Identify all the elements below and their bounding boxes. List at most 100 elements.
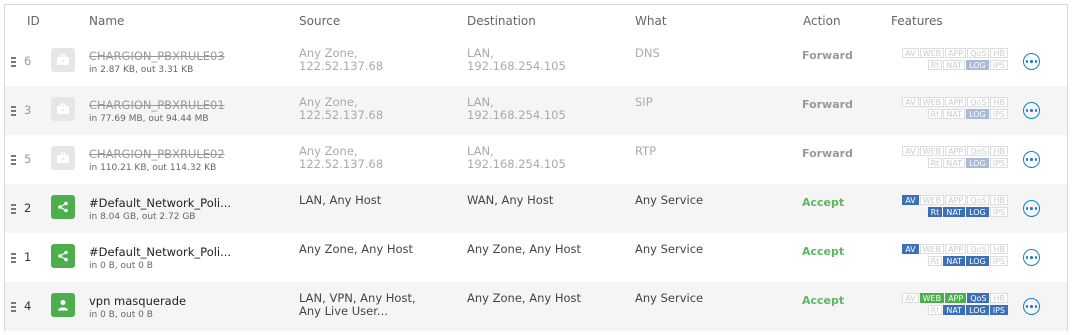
rule-traffic-stats: in 0 B, out 0 B xyxy=(89,261,153,271)
more-options-icon[interactable] xyxy=(1023,151,1040,168)
feature-badge: HB xyxy=(990,195,1008,205)
briefcase-icon xyxy=(51,146,75,170)
rule-destination: LAN, 192.168.254.105 xyxy=(467,145,566,171)
rule-service: Any Service xyxy=(635,242,704,256)
more-options-icon[interactable] xyxy=(1023,249,1040,266)
feature-badge: HB xyxy=(990,97,1008,107)
feature-badge: AV xyxy=(902,293,919,303)
rule-action: Forward xyxy=(802,49,853,62)
table-row[interactable]: 2 #Default_Network_Poli...in 8.04 GB, out… xyxy=(5,184,1067,233)
rule-source-line: Any Live User... xyxy=(299,304,388,318)
col-header-id[interactable]: ID xyxy=(27,14,40,28)
more-options-icon[interactable] xyxy=(1023,53,1040,70)
feature-badge: QoS xyxy=(967,195,990,205)
rule-source-line: Any Zone, Any Host xyxy=(299,242,414,256)
rule-id: 5 xyxy=(24,152,32,166)
share-icon xyxy=(51,244,75,268)
feature-badge: IPS xyxy=(989,158,1008,168)
user-icon xyxy=(51,293,75,317)
rule-destination-line: Any Zone, Any Host xyxy=(467,242,582,256)
rule-features: AV WEB APP QoS HB Rt NAT LOG IPS xyxy=(890,244,1008,268)
feature-badge: APP xyxy=(945,97,967,107)
rule-name[interactable]: #Default_Network_Poli... xyxy=(89,245,231,259)
table-row[interactable]: 3 CHARGION_PBXRULE01in 77.69 MB, out 94.4… xyxy=(5,86,1067,135)
feature-badge: AV xyxy=(902,195,919,205)
rule-source: Any Zone, 122.52.137.68 xyxy=(299,145,383,171)
rule-name[interactable]: CHARGION_PBXRULE01 xyxy=(89,98,225,112)
feature-badge: WEB xyxy=(919,244,945,254)
rule-name[interactable]: CHARGION_PBXRULE02 xyxy=(89,147,225,161)
rule-features: AV WEB APP QoS HB Rt NAT LOG IPS xyxy=(890,146,1008,170)
feature-badge: APP xyxy=(945,244,967,254)
feature-badge: NAT xyxy=(943,256,966,266)
rule-name[interactable]: vpn masquerade xyxy=(89,294,186,308)
feature-badge: LOG xyxy=(966,305,989,315)
rule-destination-line: 192.168.254.105 xyxy=(467,59,566,73)
feature-badge: AV xyxy=(902,146,919,156)
rule-source-line: 122.52.137.68 xyxy=(299,108,384,122)
feature-badge: APP xyxy=(945,293,967,303)
feature-badge: NAT xyxy=(943,158,966,168)
feature-badge: WEB xyxy=(919,195,945,205)
feature-badge: Rt xyxy=(927,109,943,119)
table-row[interactable]: 4 vpn masquerade in 0 B, out 0 B LAN, VPN, … xyxy=(5,282,1067,331)
table-row[interactable]: 6 CHARGION_PBXRULE03 in 2.87 KB, out 3.31 … xyxy=(5,37,1067,86)
rule-service: DNS xyxy=(635,46,660,60)
drag-handle-icon[interactable] xyxy=(11,301,16,312)
rule-id: 1 xyxy=(24,250,32,264)
rule-action: Accept xyxy=(802,245,845,258)
briefcase-icon xyxy=(51,48,75,72)
more-options-icon[interactable] xyxy=(1023,200,1040,217)
rule-id: 2 xyxy=(24,201,32,215)
col-header-destination[interactable]: Destination xyxy=(467,14,536,28)
rule-destination-line: WAN, Any Host xyxy=(467,193,554,207)
rule-traffic-stats: in 77.69 MB, out 94.44 MB xyxy=(89,114,209,124)
feature-badge: LOG xyxy=(966,256,989,266)
rule-destination: Any Zone, Any Host xyxy=(467,243,581,256)
feature-badge: AV xyxy=(902,48,919,58)
rule-id: 4 xyxy=(24,299,32,313)
rule-source: Any Zone, 122.52.137.68 xyxy=(299,47,383,73)
rule-destination-line: Any Zone, Any Host xyxy=(467,291,582,305)
rule-name[interactable]: CHARGION_PBXRULE03 xyxy=(89,49,225,63)
feature-badge: Rt xyxy=(927,207,943,217)
feature-badge: Rt xyxy=(927,60,943,70)
rule-source: Any Zone, 122.52.137.68 xyxy=(299,96,383,122)
feature-badge: APP xyxy=(945,146,967,156)
rule-traffic-stats: in 8.04 GB, out 2.72 GB xyxy=(89,212,196,222)
drag-handle-icon[interactable] xyxy=(11,203,16,214)
feature-badge: QoS xyxy=(967,48,990,58)
rule-id: 3 xyxy=(24,103,32,117)
rule-source-line: 122.52.137.68 xyxy=(299,59,384,73)
rule-action: Accept xyxy=(802,196,845,209)
table-row[interactable]: 1 #Default_Network_Poli...in 0 B, out 0 B… xyxy=(5,233,1067,282)
rule-source: LAN, VPN, Any Host, Any Live User... xyxy=(299,292,416,318)
rule-features: AV WEB APP QoS HB Rt NAT LOG IPS xyxy=(890,48,1008,72)
feature-badge: NAT xyxy=(943,207,966,217)
rule-destination-line: 192.168.254.105 xyxy=(467,157,566,171)
feature-badge: WEB xyxy=(919,48,945,58)
rule-destination: LAN, 192.168.254.105 xyxy=(467,96,566,122)
feature-badge: Rt xyxy=(927,305,943,315)
more-options-icon[interactable] xyxy=(1023,102,1040,119)
col-header-name[interactable]: Name xyxy=(89,14,124,28)
col-header-source[interactable]: Source xyxy=(299,14,340,28)
rule-name[interactable]: #Default_Network_Poli... xyxy=(89,196,231,210)
feature-badge: WEB xyxy=(919,146,945,156)
drag-handle-icon[interactable] xyxy=(11,105,16,116)
briefcase-icon xyxy=(51,97,75,121)
table-row[interactable]: 5 CHARGION_PBXRULE02 in 110.21 KB, out 114… xyxy=(5,135,1067,184)
feature-badge: QoS xyxy=(967,146,990,156)
feature-badge: IPS xyxy=(989,207,1008,217)
drag-handle-icon[interactable] xyxy=(11,56,16,67)
rule-traffic-stats: in 0 B, out 0 B xyxy=(89,310,153,320)
rule-service: RTP xyxy=(635,144,657,158)
col-header-what[interactable]: What xyxy=(635,14,667,28)
drag-handle-icon[interactable] xyxy=(11,252,16,263)
feature-badge: IPS xyxy=(989,305,1008,315)
feature-badge: IPS xyxy=(989,60,1008,70)
drag-handle-icon[interactable] xyxy=(11,154,16,165)
more-options-icon[interactable] xyxy=(1023,298,1040,315)
rule-destination: WAN, Any Host xyxy=(467,194,553,207)
col-header-action[interactable]: Action xyxy=(803,14,841,28)
